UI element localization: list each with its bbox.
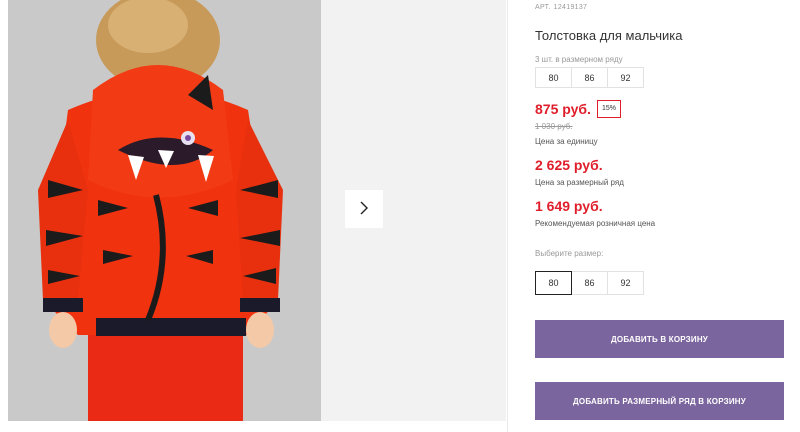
retail-price: 1 649 руб. — [535, 198, 603, 214]
price-row: 875 руб. 15% — [535, 100, 621, 118]
row-price-caption: Цена за размерный ряд — [535, 178, 624, 187]
size-option-86[interactable]: 86 — [571, 271, 608, 295]
pack-size-86: 86 — [571, 67, 608, 88]
product-gallery — [8, 0, 506, 421]
add-to-cart-button[interactable]: ДОБАВИТЬ В КОРЗИНУ — [535, 320, 784, 358]
column-divider — [507, 0, 508, 432]
sku-label: АРТ. — [535, 4, 551, 11]
unit-price: 875 руб. — [535, 101, 591, 117]
sku-value: 12419137 — [553, 4, 588, 11]
size-option-92[interactable]: 92 — [607, 271, 644, 295]
unit-price-caption: Цена за единицу — [535, 137, 598, 146]
old-price: 1 030 руб. — [535, 122, 573, 131]
gallery-next-button[interactable] — [345, 190, 383, 228]
size-selector: 80 86 92 — [535, 271, 644, 295]
product-title: Толстовка для мальчика — [535, 28, 683, 43]
row-price: 2 625 руб. — [535, 157, 603, 173]
pack-note: 3 шт. в размерном ряду — [535, 55, 623, 64]
pack-size-92: 92 — [607, 67, 644, 88]
retail-price-caption: Рекомендуемая розничная цена — [535, 219, 656, 228]
choose-size-label: Выберите размер: — [535, 249, 604, 258]
pack-sizes: 80 86 92 — [535, 67, 644, 88]
product-photo — [8, 0, 321, 421]
sku: АРТ. 12419137 — [535, 4, 587, 11]
add-size-row-to-cart-button[interactable]: ДОБАВИТЬ РАЗМЕРНЫЙ РЯД В КОРЗИНУ — [535, 382, 784, 420]
pack-size-80: 80 — [535, 67, 572, 88]
size-option-80[interactable]: 80 — [535, 271, 572, 295]
discount-badge: 15% — [596, 100, 621, 118]
chevron-right-icon — [358, 200, 370, 219]
